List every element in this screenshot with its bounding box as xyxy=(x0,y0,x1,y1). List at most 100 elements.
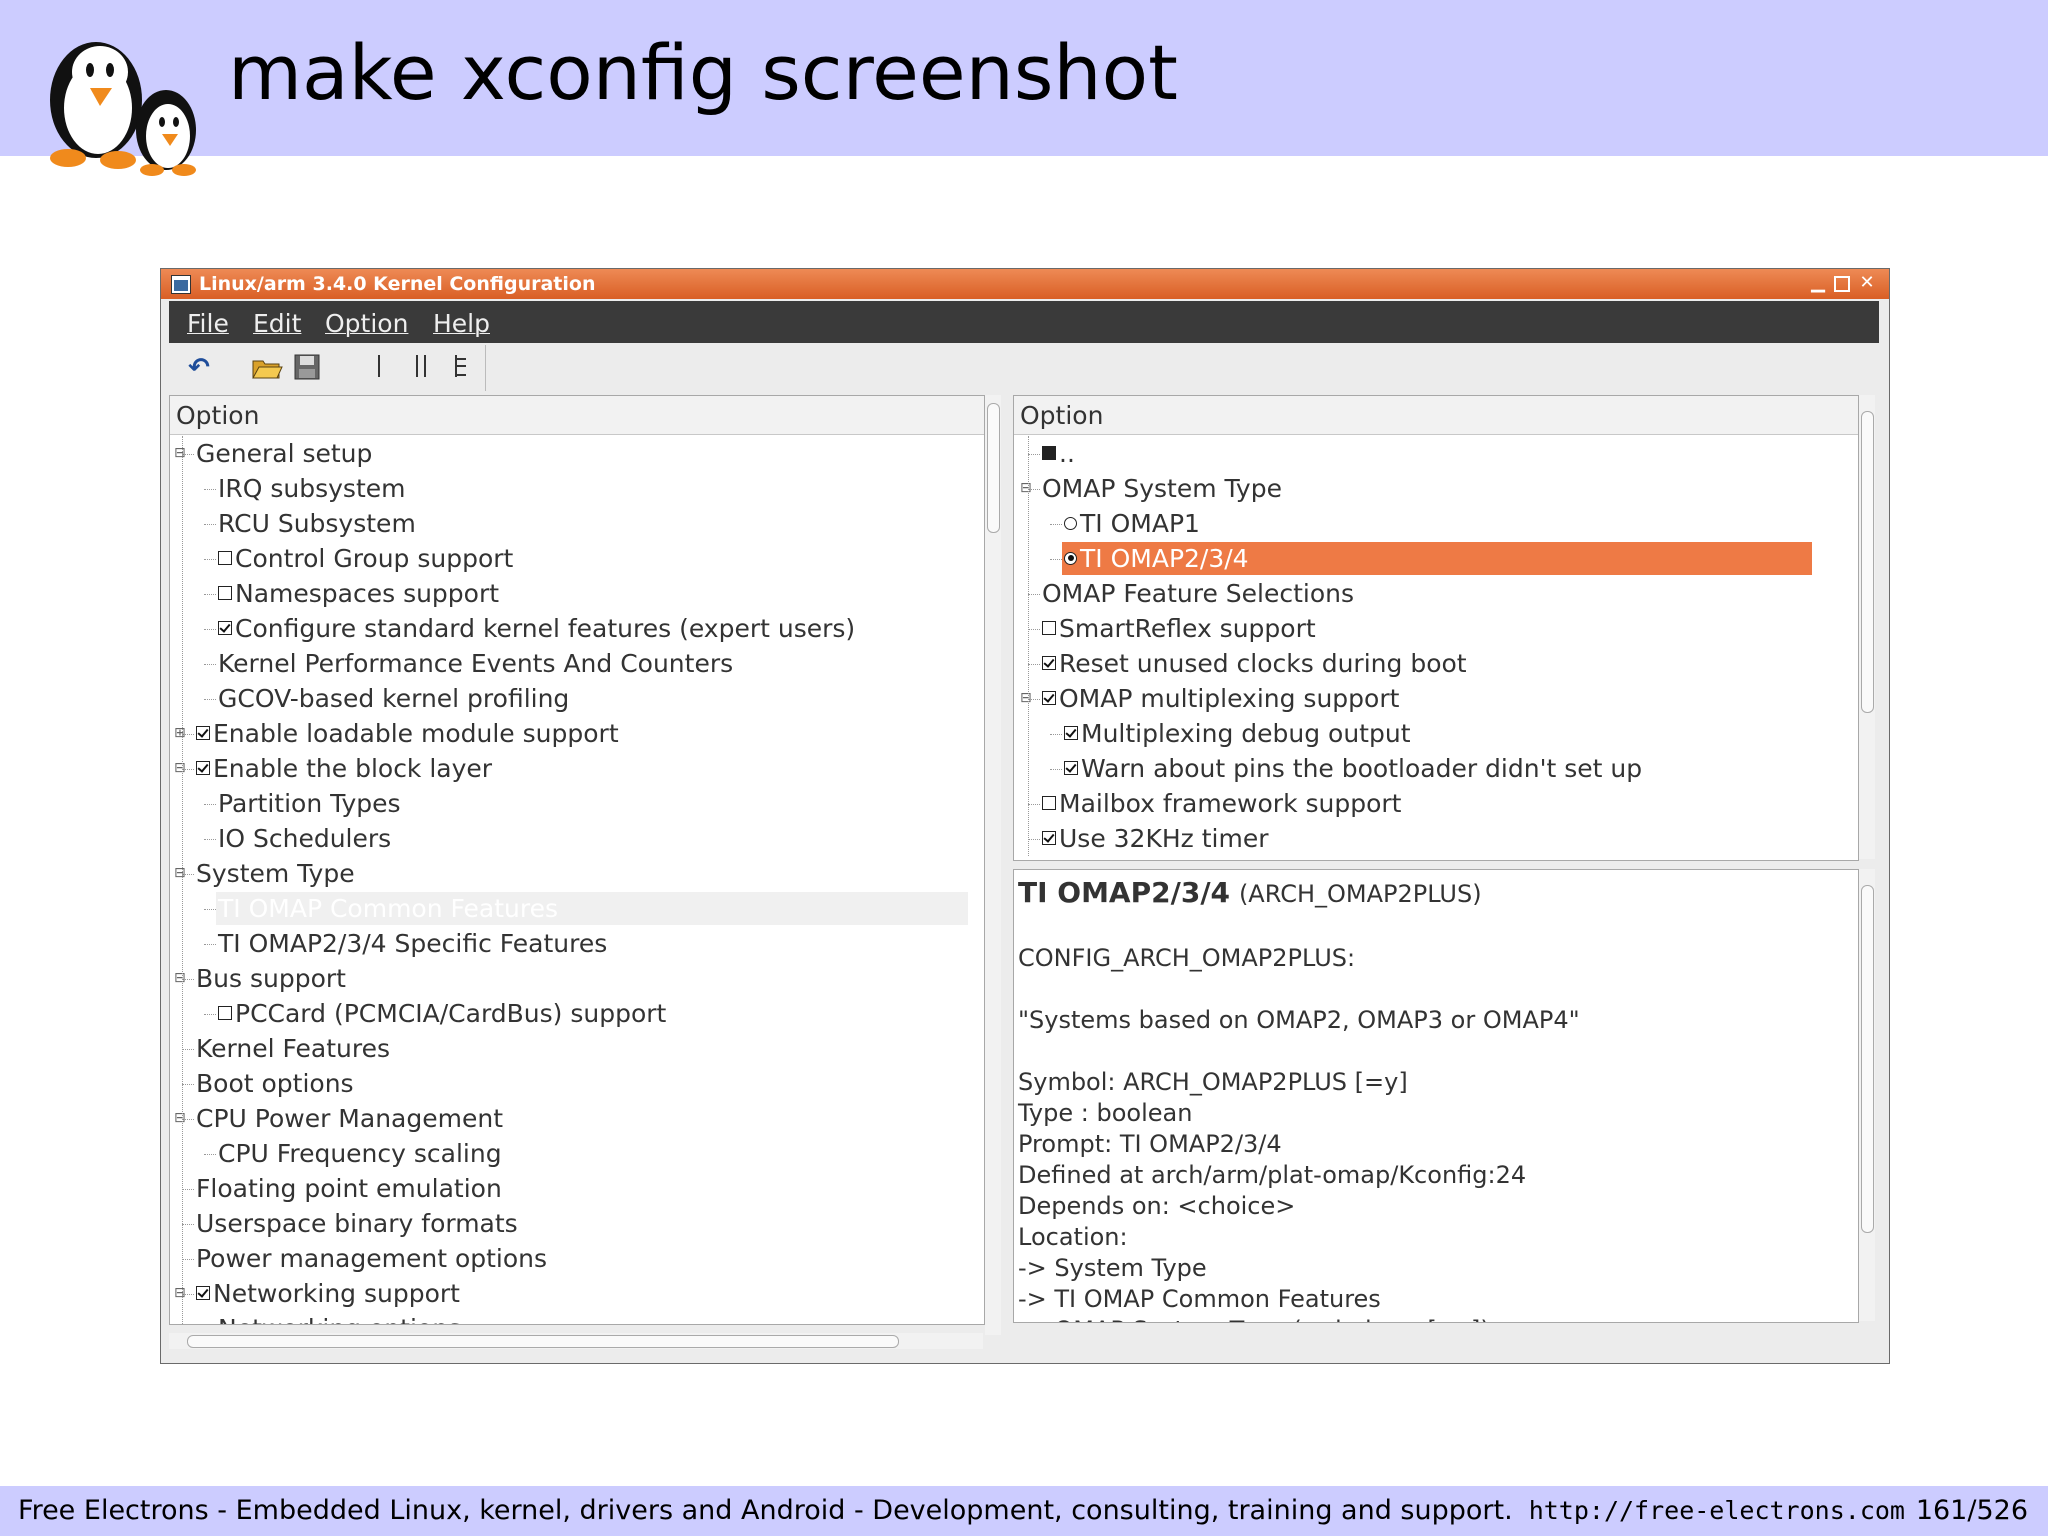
left-tree-item[interactable]: GCOV-based kernel profiling xyxy=(218,681,569,716)
left-tree-item[interactable]: Kernel Performance Events And Counters xyxy=(218,646,733,681)
unchecked-checkbox-icon[interactable] xyxy=(1042,621,1056,635)
left-tree-item[interactable]: IRQ subsystem xyxy=(218,471,406,506)
slide-header: make xconfig screenshot xyxy=(0,0,2048,176)
unchecked-checkbox-icon[interactable] xyxy=(218,551,232,565)
maximize-icon[interactable] xyxy=(1834,276,1850,292)
checked-checkbox-icon[interactable] xyxy=(1064,726,1078,740)
tree-item-label: Enable loadable module support xyxy=(213,719,619,748)
left-tree-item[interactable]: Floating point emulation xyxy=(196,1171,502,1206)
left-tree-item[interactable]: CPU Frequency scaling xyxy=(218,1136,502,1171)
left-horizontal-scrollbar[interactable] xyxy=(169,1333,983,1349)
menu-help[interactable]: Help xyxy=(433,309,490,338)
menu-edit[interactable]: Edit xyxy=(253,309,301,338)
left-tree-item[interactable]: Enable the block layer xyxy=(196,751,492,786)
right-tree-item[interactable]: Mailbox framework support xyxy=(1042,786,1401,821)
save-icon[interactable] xyxy=(291,353,323,383)
collapse-icon[interactable]: ⊟ xyxy=(174,971,186,985)
left-tree-item[interactable]: Userspace binary formats xyxy=(196,1206,518,1241)
menu-option[interactable]: Option xyxy=(325,309,408,338)
split-view-icon[interactable] xyxy=(405,353,437,383)
left-option-tree[interactable]: Option ⊟ General setup IRQ subsystem RCU Su… xyxy=(169,395,985,1325)
right-tree-item[interactable]: OMAP Feature Selections xyxy=(1042,576,1354,611)
left-vertical-scrollbar[interactable] xyxy=(985,395,1001,1335)
right-column-header[interactable]: Option xyxy=(1014,396,1858,435)
help-vertical-scroll-thumb[interactable] xyxy=(1861,885,1874,1233)
radio-unselected-icon[interactable] xyxy=(1064,516,1077,530)
minimize-icon[interactable]: ▁ xyxy=(1809,274,1827,292)
tree-connector xyxy=(204,1154,216,1155)
collapse-icon[interactable]: ⊟ xyxy=(174,446,186,460)
left-tree-item[interactable]: CPU Power Management xyxy=(196,1101,503,1136)
right-tree-item[interactable]: TI OMAP2/3/4 xyxy=(1064,541,1249,576)
checked-checkbox-icon[interactable] xyxy=(218,621,232,635)
right-tree-item[interactable]: SmartReflex support xyxy=(1042,611,1316,646)
left-tree-item[interactable]: Control Group support xyxy=(218,541,513,576)
left-tree-item[interactable]: Kernel Features xyxy=(196,1031,390,1066)
unchecked-checkbox-icon[interactable] xyxy=(218,1006,232,1020)
collapse-icon[interactable]: ⊟ xyxy=(174,761,186,775)
right-tree-item[interactable]: OMAP multiplexing support xyxy=(1042,681,1399,716)
left-tree-item[interactable]: Enable loadable module support xyxy=(196,716,619,751)
open-folder-icon[interactable] xyxy=(251,353,283,383)
right-vertical-scrollbar[interactable] xyxy=(1859,395,1875,859)
tree-connector xyxy=(182,1049,194,1050)
right-vertical-scroll-thumb[interactable] xyxy=(1861,411,1874,713)
checked-checkbox-icon[interactable] xyxy=(196,761,210,775)
back-icon[interactable]: ↶ xyxy=(183,353,215,383)
left-tree-item[interactable]: Bus support xyxy=(196,961,346,996)
right-tree-item[interactable]: Use 32KHz timer xyxy=(1042,821,1269,856)
left-vertical-scroll-thumb[interactable] xyxy=(987,403,1000,533)
unchecked-checkbox-icon[interactable] xyxy=(1042,796,1056,810)
checked-checkbox-icon[interactable] xyxy=(196,726,210,740)
footer-url[interactable]: http://free-electrons.com xyxy=(1529,1496,1905,1525)
collapse-icon[interactable]: ⊟ xyxy=(174,1286,186,1300)
full-view-icon[interactable] xyxy=(445,353,477,383)
tree-item-label: RCU Subsystem xyxy=(218,509,416,538)
tree-item-label: Use 32KHz timer xyxy=(1059,824,1269,853)
left-horizontal-scroll-thumb[interactable] xyxy=(187,1335,899,1348)
left-tree-item[interactable]: TI OMAP Common Features xyxy=(218,891,558,926)
checked-checkbox-icon[interactable] xyxy=(1042,831,1056,845)
help-vertical-scrollbar[interactable] xyxy=(1859,869,1875,1321)
single-view-icon[interactable] xyxy=(363,353,395,383)
right-tree-item[interactable]: Multiplexing debug output xyxy=(1064,716,1411,751)
right-tree-item[interactable]: OMAP System Type xyxy=(1042,471,1282,506)
menu-file[interactable]: File xyxy=(187,309,229,338)
tree-item-label: Networking support xyxy=(213,1279,460,1308)
checked-checkbox-icon[interactable] xyxy=(1042,691,1056,705)
collapse-icon[interactable]: ⊟ xyxy=(1020,481,1032,495)
parent-menu-icon[interactable] xyxy=(1042,446,1056,460)
left-tree-item[interactable]: RCU Subsystem xyxy=(218,506,416,541)
window-titlebar[interactable]: Linux/arm 3.4.0 Kernel Configuration ▁ ✕ xyxy=(161,269,1889,299)
checked-checkbox-icon[interactable] xyxy=(196,1286,210,1300)
right-tree-item[interactable]: TI OMAP1 xyxy=(1064,506,1200,541)
collapse-icon[interactable]: ⊟ xyxy=(174,1111,186,1125)
left-tree-item[interactable]: Namespaces support xyxy=(218,576,499,611)
checked-checkbox-icon[interactable] xyxy=(1042,656,1056,670)
left-column-header[interactable]: Option xyxy=(170,396,984,435)
expand-icon[interactable]: ⊞ xyxy=(174,726,186,740)
left-tree-item[interactable]: Networking support xyxy=(196,1276,460,1311)
radio-selected-icon[interactable] xyxy=(1064,551,1077,565)
left-tree-item[interactable]: System Type xyxy=(196,856,355,891)
left-tree-item[interactable]: Power management options xyxy=(196,1241,547,1276)
right-tree-item[interactable]: .. xyxy=(1042,436,1075,471)
left-tree-item[interactable]: TI OMAP2/3/4 Specific Features xyxy=(218,926,607,961)
tree-connector xyxy=(1028,804,1040,805)
left-tree-item[interactable]: Configure standard kernel features (expe… xyxy=(218,611,855,646)
right-tree-item[interactable]: Reset unused clocks during boot xyxy=(1042,646,1467,681)
right-option-tree[interactable]: Option .. ⊟ OMAP System Type TI OMAP1 TI OMA… xyxy=(1013,395,1859,861)
left-tree-item[interactable]: IO Schedulers xyxy=(218,821,391,856)
left-tree-item[interactable]: PCCard (PCMCIA/CardBus) support xyxy=(218,996,666,1031)
left-tree-item[interactable]: Partition Types xyxy=(218,786,401,821)
collapse-icon[interactable]: ⊟ xyxy=(1020,691,1032,705)
left-tree-item[interactable]: Networking options xyxy=(218,1311,461,1324)
left-tree-item[interactable]: General setup xyxy=(196,436,372,471)
tree-item-label: SmartReflex support xyxy=(1059,614,1316,643)
unchecked-checkbox-icon[interactable] xyxy=(218,586,232,600)
close-icon[interactable]: ✕ xyxy=(1858,274,1876,292)
left-tree-item[interactable]: Boot options xyxy=(196,1066,354,1101)
collapse-icon[interactable]: ⊟ xyxy=(174,866,186,880)
checked-checkbox-icon[interactable] xyxy=(1064,761,1078,775)
right-tree-item[interactable]: Warn about pins the bootloader didn't se… xyxy=(1064,751,1642,786)
